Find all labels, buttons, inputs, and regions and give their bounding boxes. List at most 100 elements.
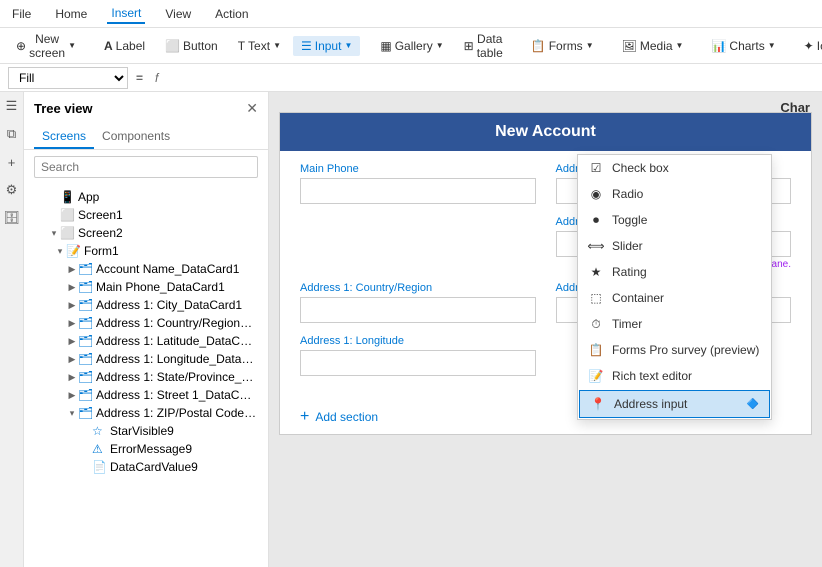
- icons-icon: ✦: [804, 39, 814, 53]
- dropdown-item-container[interactable]: ⬚ Container: [578, 285, 771, 311]
- tree-item-label: Main Phone_DataCard1: [96, 280, 258, 294]
- dropdown-item-rating[interactable]: ★ Rating: [578, 259, 771, 285]
- charts-button[interactable]: 📊 Charts ▼: [703, 36, 783, 56]
- tree-item-form1[interactable]: ▾ 📝 Form1: [24, 242, 268, 260]
- tree-item-label: DataCardValue9: [110, 460, 258, 474]
- label-button[interactable]: A Label: [96, 36, 153, 56]
- tree-item-app[interactable]: 📱 App: [24, 188, 268, 206]
- field-label: Address 1: Longitude: [300, 335, 536, 347]
- input-button[interactable]: ☰ Input ▼: [293, 36, 360, 56]
- dropdown-item-slider[interactable]: ⟺ Slider: [578, 233, 771, 259]
- dropdown-item-label: Check box: [612, 161, 669, 175]
- card-icon: 🗂: [78, 352, 92, 366]
- tree-item-city[interactable]: ▶ 🗂 Address 1: City_DataCard1: [24, 296, 268, 314]
- media-icon: 🖼: [622, 39, 637, 53]
- dropdown-item-checkbox[interactable]: ☑ Check box: [578, 155, 771, 181]
- expand-icon: ▾: [66, 408, 78, 419]
- longitude-input[interactable]: [300, 350, 536, 376]
- formula-input[interactable]: [166, 69, 814, 87]
- text-button[interactable]: T Text ▼: [230, 36, 289, 56]
- menu-insert[interactable]: Insert: [107, 4, 145, 24]
- menu-view[interactable]: View: [161, 5, 195, 23]
- tree-item-street[interactable]: ▶ 🗂 Address 1: Street 1_DataCard1: [24, 386, 268, 404]
- label-icon: A: [104, 39, 113, 53]
- tree-item-label: Address 1: ZIP/Postal Code_DataCar...: [96, 406, 258, 420]
- button-icon: ⬜: [165, 39, 180, 53]
- tree-item-starvisible[interactable]: ☆ StarVisible9: [24, 422, 268, 440]
- menu-file[interactable]: File: [8, 5, 35, 23]
- dropdown-item-label: Rating: [612, 265, 647, 279]
- dropdown-item-address[interactable]: 📍 Address input 🔷: [579, 390, 770, 418]
- tree-item-screen1[interactable]: ⬜ Screen1: [24, 206, 268, 224]
- country-input[interactable]: [300, 297, 536, 323]
- formula-bar: Fill = f: [0, 64, 822, 92]
- expand-icon: ▶: [66, 264, 78, 275]
- canvas-header: New Account: [280, 113, 811, 151]
- expand-icon: ▶: [66, 390, 78, 401]
- screen-icon: ⬜: [60, 208, 74, 222]
- canvas-area: Char New Account Main Phone Address 1: C…: [269, 92, 822, 567]
- gallery-icon: ▦: [380, 39, 391, 53]
- dropdown-item-rte[interactable]: 📝 Rich text editor: [578, 363, 771, 389]
- tab-screens[interactable]: Screens: [34, 125, 94, 149]
- dropdown-item-timer[interactable]: ⏱ Timer: [578, 311, 771, 337]
- fill-select[interactable]: Fill: [8, 67, 128, 89]
- sidebar-header: Tree view ✕: [24, 92, 268, 125]
- expand-icon: ▶: [66, 318, 78, 329]
- dropdown-item-toggle[interactable]: ⏺ Toggle: [578, 207, 771, 233]
- tree-item-state[interactable]: ▶ 🗂 Address 1: State/Province_DataCard1: [24, 368, 268, 386]
- settings-icon[interactable]: ⚙: [2, 180, 22, 200]
- tree-item-longitude[interactable]: ▶ 🗂 Address 1: Longitude_DataCard1: [24, 350, 268, 368]
- tab-components[interactable]: Components: [94, 125, 178, 149]
- sidebar-close-button[interactable]: ✕: [246, 100, 258, 117]
- layers-icon[interactable]: ⧉: [2, 124, 22, 144]
- sidebar: Tree view ✕ Screens Components 📱 App ⬜ S…: [24, 92, 269, 567]
- tree-item-label: Address 1: Longitude_DataCard1: [96, 352, 258, 366]
- tree-item-label: Screen2: [78, 226, 258, 240]
- dropdown-item-formspro[interactable]: 📋 Forms Pro survey (preview): [578, 337, 771, 363]
- media-button[interactable]: 🖼 Media ▼: [614, 36, 692, 56]
- tree-item-label: ErrorMessage9: [110, 442, 258, 456]
- database-icon[interactable]: 🗄: [2, 208, 22, 228]
- address-icon: 📍: [590, 396, 606, 412]
- tree-item-label: Screen1: [78, 208, 258, 222]
- tree-item-account[interactable]: ▶ 🗂 Account Name_DataCard1: [24, 260, 268, 278]
- tree-item-latitude[interactable]: ▶ 🗂 Address 1: Latitude_DataCard1: [24, 332, 268, 350]
- tree-item-label: Form1: [84, 244, 258, 258]
- gallery-button[interactable]: ▦ Gallery ▼: [372, 36, 451, 56]
- tree-item-zip[interactable]: ▾ 🗂 Address 1: ZIP/Postal Code_DataCar..…: [24, 404, 268, 422]
- search-input[interactable]: [34, 156, 258, 178]
- tree-item-country[interactable]: ▶ 🗂 Address 1: Country/Region_DataC...: [24, 314, 268, 332]
- dropdown-item-label: Rich text editor: [612, 369, 692, 383]
- eq-label: =: [132, 71, 147, 85]
- new-screen-button[interactable]: ⊕ New screen ▼: [8, 29, 84, 63]
- button-button[interactable]: ⬜ Button: [157, 36, 226, 56]
- charts-arrow-icon: ▼: [768, 41, 776, 50]
- text-arrow-icon: ▼: [273, 41, 281, 50]
- data-table-icon: ⊞: [464, 39, 474, 53]
- card-icon: 🗂: [78, 280, 92, 294]
- radio-icon: ◉: [588, 186, 604, 202]
- card-icon: 🗂: [78, 262, 92, 276]
- dropdown-item-label: Container: [612, 291, 664, 305]
- mainphone-input[interactable]: [300, 178, 536, 204]
- menu-home[interactable]: Home: [51, 5, 91, 23]
- tree-item-label: Address 1: State/Province_DataCard1: [96, 370, 258, 384]
- tree-item-mainphone[interactable]: ▶ 🗂 Main Phone_DataCard1: [24, 278, 268, 296]
- menu-action[interactable]: Action: [211, 5, 252, 23]
- gallery-arrow-icon: ▼: [436, 41, 444, 50]
- tree-item-screen2[interactable]: ▾ ⬜ Screen2 ···: [24, 224, 268, 242]
- hamburger-icon[interactable]: ☰: [2, 96, 22, 116]
- icons-strip: ☰ ⧉ + ⚙ 🗄: [0, 92, 24, 567]
- tree-item-errormessage[interactable]: ⚠ ErrorMessage9: [24, 440, 268, 458]
- plus-icon[interactable]: +: [2, 152, 22, 172]
- icons-button[interactable]: ✦ Icons: [796, 36, 822, 56]
- data-table-button[interactable]: ⊞ Data table: [456, 29, 511, 63]
- forms-button[interactable]: 📋 Forms ▼: [523, 36, 602, 56]
- tree-item-datacardvalue[interactable]: 📄 DataCardValue9: [24, 458, 268, 476]
- forms-icon: 📋: [531, 39, 546, 53]
- field-mainphone: Main Phone: [300, 163, 536, 204]
- dropdown-item-label: Radio: [612, 187, 643, 201]
- dropdown-item-radio[interactable]: ◉ Radio: [578, 181, 771, 207]
- expand-icon: ▾: [48, 228, 60, 239]
